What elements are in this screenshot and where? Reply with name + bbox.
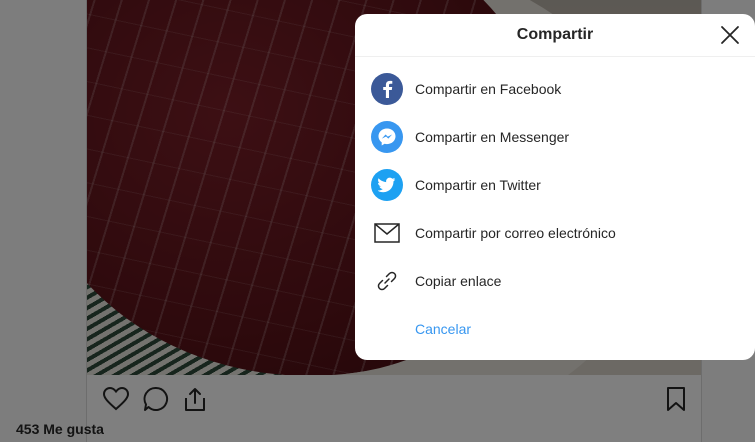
share-messenger-option[interactable]: Compartir en Messenger	[355, 113, 755, 161]
share-facebook-label: Compartir en Facebook	[415, 81, 562, 97]
share-dialog: Compartir Compartir en Facebook Comparti…	[355, 14, 755, 360]
facebook-icon	[371, 73, 403, 105]
share-dialog-title: Compartir	[516, 26, 594, 43]
cancel-button[interactable]: Cancelar	[355, 305, 755, 353]
twitter-icon	[371, 169, 403, 201]
messenger-icon	[371, 121, 403, 153]
close-icon	[721, 26, 739, 44]
share-email-label: Compartir por correo electrónico	[415, 225, 616, 241]
cancel-label: Cancelar	[415, 321, 472, 337]
email-icon	[371, 217, 403, 249]
share-messenger-label: Compartir en Messenger	[415, 129, 570, 145]
share-dialog-header: Compartir	[355, 14, 755, 57]
share-email-option[interactable]: Compartir por correo electrónico	[355, 209, 755, 257]
share-twitter-option[interactable]: Compartir en Twitter	[355, 161, 755, 209]
close-button[interactable]	[719, 24, 741, 46]
link-icon	[371, 265, 403, 297]
share-facebook-option[interactable]: Compartir en Facebook	[355, 65, 755, 113]
share-twitter-label: Compartir en Twitter	[415, 177, 541, 193]
copy-link-label: Copiar enlace	[415, 273, 502, 289]
copy-link-option[interactable]: Copiar enlace	[355, 257, 755, 305]
